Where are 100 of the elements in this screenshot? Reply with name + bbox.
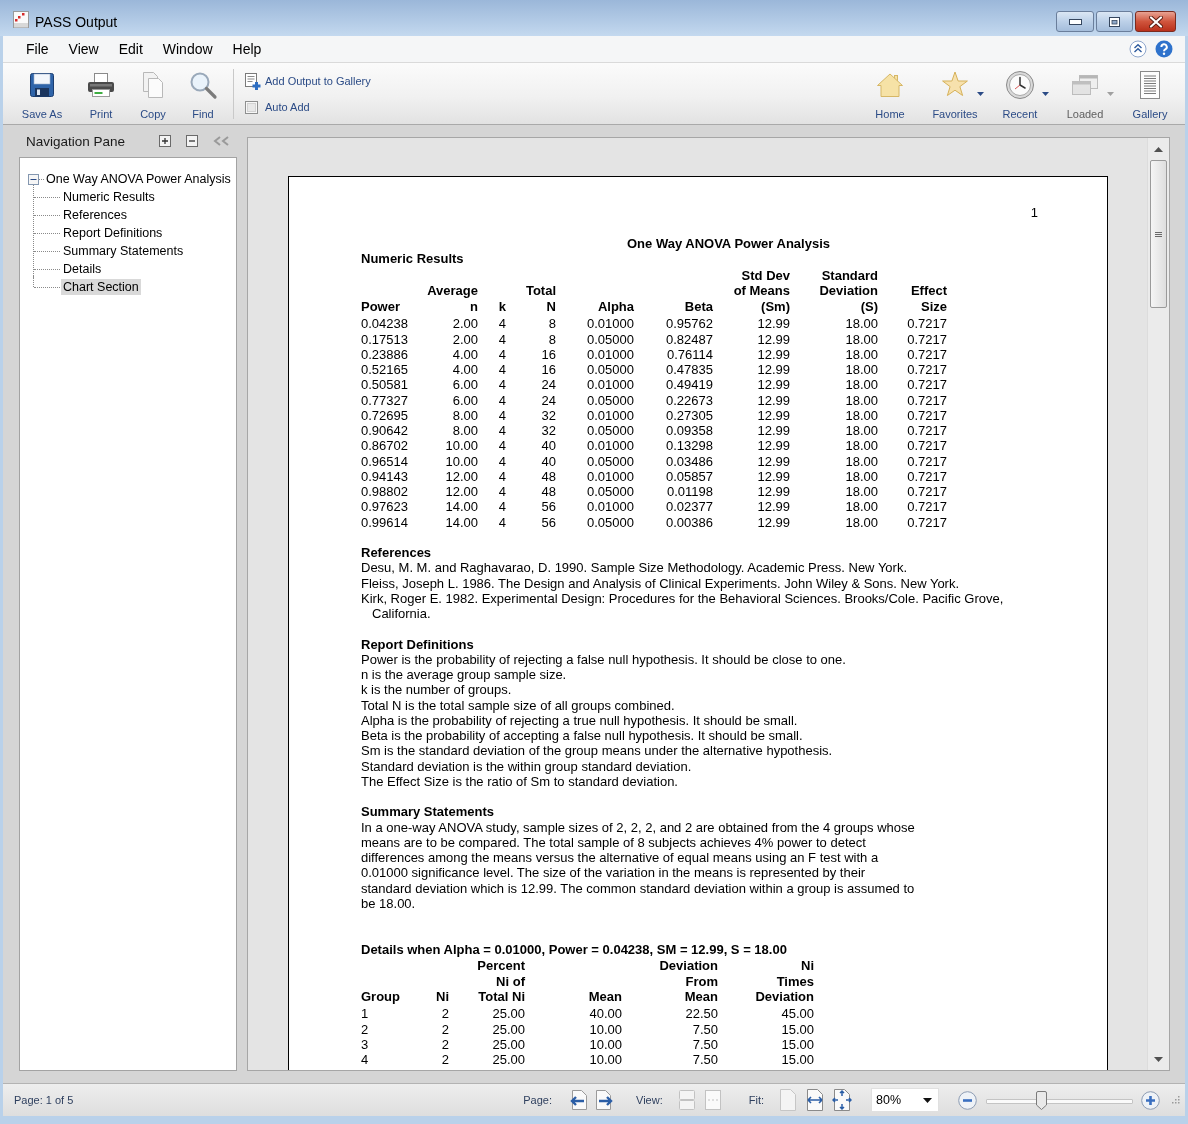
tree-item[interactable]: Summary Statements: [61, 243, 186, 259]
table-cell-text: 0.01000: [586, 438, 634, 454]
table-cell-text: 10.00: [444, 453, 478, 469]
next-page-icon[interactable]: [596, 1090, 614, 1110]
table-cell-text: 4: [497, 499, 506, 515]
column-header: Alpha: [596, 298, 634, 315]
toolbar-button[interactable]: Favorites: [925, 63, 985, 124]
table-cell-text: 0.7217: [906, 331, 947, 347]
help-icon[interactable]: [1155, 40, 1173, 58]
table-cell-text: 7.50: [691, 1052, 718, 1068]
table-cell-text: 40: [540, 438, 556, 454]
zoom-out-icon[interactable]: [958, 1090, 977, 1110]
table-cell-text: 0.52165: [361, 362, 409, 378]
expand-all-icon[interactable]: [159, 135, 171, 147]
table-cell-text: 8: [547, 331, 556, 347]
column-header: Ni Times Deviation: [754, 958, 814, 1005]
tree-item[interactable]: One Way ANOVA Power Analysis: [44, 171, 233, 187]
menu-item[interactable]: File: [16, 40, 59, 58]
table-cell-text: 18.00: [844, 484, 878, 500]
table-cell-text: 12.99: [756, 468, 790, 484]
column-header: Std Dev of Means (Sm): [732, 268, 790, 315]
table-cell-text: 0.7217: [906, 423, 947, 439]
table-cell-text: 4: [497, 484, 506, 500]
column-header: Standard Deviation (S): [818, 268, 878, 315]
collapse-all-icon[interactable]: [186, 135, 198, 147]
tree-item[interactable]: References: [61, 207, 129, 223]
reference-text: Fleiss, Joseph L. 1986. The Design and Analysis of Clinical Experiments. John Wiley & Sons. New York.: [361, 575, 961, 591]
caret-icon: [977, 92, 984, 96]
table-cell-text: 18.00: [844, 316, 878, 332]
toolbar-button[interactable]: Copy: [133, 63, 173, 124]
scroll-up-arrow-icon[interactable]: [1154, 146, 1163, 152]
table-cell-text: 0.76114: [665, 346, 713, 362]
menu-item[interactable]: Window: [152, 40, 223, 58]
column-header: Ni: [435, 989, 449, 1005]
table-cell-text: 0.7217: [906, 392, 947, 408]
checkbox[interactable]: [245, 100, 258, 114]
maximize-button[interactable]: [1096, 11, 1133, 32]
toolbar-button[interactable]: Print: [69, 63, 133, 124]
table-cell-text: 2: [440, 1006, 449, 1022]
table-cell-text: 0.04238: [361, 316, 409, 332]
definition-text: n is the average group sample size.: [361, 667, 568, 683]
table-cell-text: 8.00: [451, 423, 478, 439]
tree-item[interactable]: Details: [61, 261, 104, 277]
fit-width-icon[interactable]: [805, 1089, 825, 1111]
collapse-ribbon-icon[interactable]: [1129, 40, 1147, 58]
menu-item[interactable]: View: [58, 40, 109, 58]
table-cell-text: 12.00: [444, 468, 478, 484]
table-cell-text: 18.00: [844, 514, 878, 530]
table-cell-text: 48: [540, 468, 556, 484]
tree-item[interactable]: Report Definitions: [61, 225, 165, 241]
table-cell-text: 0.7217: [906, 484, 947, 500]
caret-icon: [1107, 92, 1114, 96]
column-header: Percent Ni of Total Ni: [476, 958, 525, 1005]
table-cell-text: 10.00: [588, 1052, 622, 1068]
table-cell-text: 12.99: [756, 331, 790, 347]
table-cell-text: 12.99: [756, 499, 790, 515]
scrollbar-thumb[interactable]: [1150, 160, 1167, 308]
table-cell-text: 0.01000: [586, 407, 634, 423]
table-cell-text: 0.97623: [361, 499, 409, 515]
table-cell-text: 8.00: [451, 407, 478, 423]
zoom-in-icon[interactable]: [1141, 1090, 1160, 1110]
column-header: Deviation From Mean: [658, 958, 718, 1005]
table-cell-text: 18.00: [844, 331, 878, 347]
toolbar-button[interactable]: Find: [173, 63, 233, 124]
maximize-icon: [1109, 16, 1120, 27]
table-cell-text: 0.96514: [361, 453, 409, 469]
table-cell-text: 14.00: [444, 499, 478, 515]
tree-item[interactable]: Chart Section: [61, 279, 141, 295]
checkbox-label[interactable]: Auto Add: [265, 101, 310, 113]
table-cell-text: 0.49419: [665, 377, 713, 393]
menu-item[interactable]: Edit: [108, 40, 153, 58]
toolbar-button[interactable]: Save As: [15, 63, 69, 124]
tree-item[interactable]: Numeric Results: [61, 189, 157, 205]
add-to-gallery-button[interactable]: Add Output to Gallery: [244, 73, 371, 89]
clock-icon: [1004, 69, 1036, 101]
menu-item[interactable]: Help: [222, 40, 272, 58]
zoom-slider[interactable]: [986, 1090, 1133, 1110]
table-cell-text: 45.00: [780, 1006, 814, 1022]
toolbar-button[interactable]: Home: [860, 63, 920, 124]
table-cell-text: 2: [440, 1052, 449, 1068]
fit-page-icon[interactable]: [832, 1089, 852, 1111]
close-icon: [1148, 15, 1163, 28]
section-heading: Details when Alpha = 0.01000, Power = 0.04238, SM = 12.99, S = 18.00: [361, 941, 788, 957]
collapse-icon[interactable]: [28, 173, 39, 185]
table-cell-text: 4.00: [451, 362, 478, 378]
close-button[interactable]: [1135, 11, 1176, 32]
table-cell-text: 18.00: [844, 468, 878, 484]
table-cell-text: 0.01000: [586, 468, 634, 484]
previous-page-icon[interactable]: [569, 1090, 587, 1110]
report-title: One Way ANOVA Power Analysis: [626, 236, 831, 252]
slider-thumb[interactable]: [1036, 1090, 1048, 1110]
table-cell-text: 40.00: [588, 1006, 622, 1022]
toolbar-button[interactable]: Gallery: [1120, 63, 1180, 124]
table-cell-text: 56: [540, 514, 556, 530]
table-cell-text: 2.00: [451, 316, 478, 332]
scroll-down-arrow-icon[interactable]: [1154, 1056, 1163, 1062]
zoom-dropdown[interactable]: 80%: [871, 1088, 939, 1112]
minimize-button[interactable]: [1056, 11, 1094, 32]
toolbar-button[interactable]: Recent: [990, 63, 1050, 124]
table-cell-text: 25.00: [491, 1021, 525, 1037]
